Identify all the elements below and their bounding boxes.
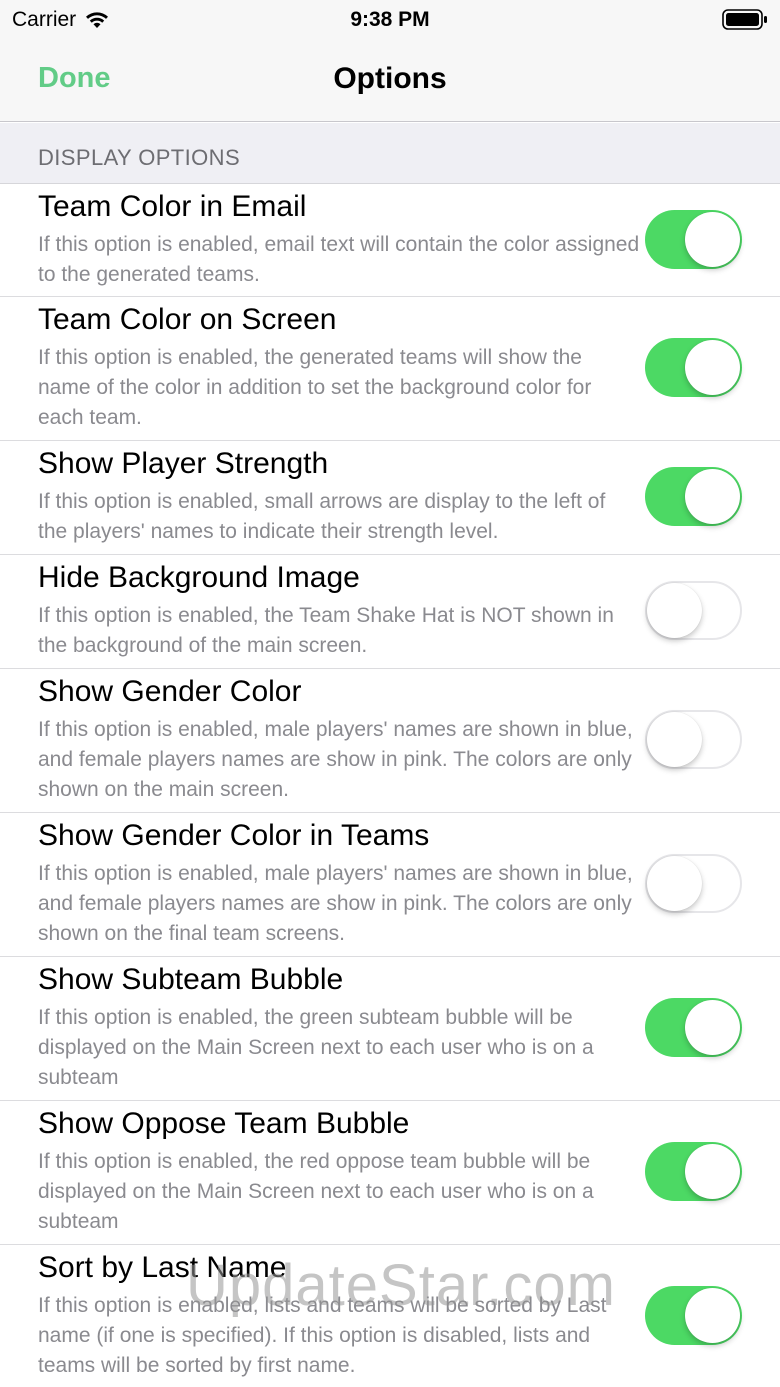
option-title: Show Gender Color in Teams [38,819,430,852]
battery-icon [722,9,767,30]
top-bar: Carrier 9:38 PM Done Options [0,0,780,122]
option-title: Hide Background Image [38,561,360,594]
toggle-knob [685,469,740,524]
toggle-knob [685,212,740,267]
option-title: Show Player Strength [38,447,329,480]
option-title: Sort by Last Name [38,1251,287,1284]
option-row-team-color-screen: Team Color on Screen If this option is e… [0,297,780,441]
option-title: Team Color in Email [38,190,307,223]
option-row-sort-last-name: Sort by Last Name If this option is enab… [0,1245,780,1387]
toggle-knob [647,583,702,638]
option-title: Show Subteam Bubble [38,963,344,996]
navigation-bar: Done Options [0,40,780,122]
toggle-knob [685,1288,740,1343]
option-description: If this option is enabled, male players'… [38,862,633,945]
gender-color-toggle[interactable] [645,710,742,769]
option-row-subteam-bubble: Show Subteam Bubble If this option is en… [0,957,780,1101]
option-description: If this option is enabled, the generated… [38,346,592,429]
option-description: If this option is enabled, the red oppos… [38,1150,594,1233]
option-row-team-color-email: Team Color in Email If this option is en… [0,184,780,297]
option-description: If this option is enabled, male players'… [38,718,633,801]
player-strength-toggle[interactable] [645,467,742,526]
toggle-knob [647,856,702,911]
sort-last-name-toggle[interactable] [645,1286,742,1345]
team-color-screen-toggle[interactable] [645,338,742,397]
section-header: DISPLAY OPTIONS [0,123,780,184]
toggle-knob [685,1144,740,1199]
option-description: If this option is enabled, lists and tea… [38,1294,607,1377]
subteam-bubble-toggle[interactable] [645,998,742,1057]
hide-background-toggle[interactable] [645,581,742,640]
toggle-knob [685,1000,740,1055]
gender-color-teams-toggle[interactable] [645,854,742,913]
status-time: 9:38 PM [350,8,430,31]
option-description: If this option is enabled, the green sub… [38,1006,594,1089]
option-description: If this option is enabled, the Team Shak… [38,604,614,657]
toggle-knob [685,340,740,395]
option-row-player-strength: Show Player Strength If this option is e… [0,441,780,555]
team-color-email-toggle[interactable] [645,210,742,269]
toggle-knob [647,712,702,767]
option-row-gender-color: Show Gender Color If this option is enab… [0,669,780,813]
section-header-label: DISPLAY OPTIONS [38,145,241,170]
oppose-team-bubble-toggle[interactable] [645,1142,742,1201]
option-row-gender-color-teams: Show Gender Color in Teams If this optio… [0,813,780,957]
option-title: Team Color on Screen [38,303,337,336]
option-description: If this option is enabled, email text wi… [38,233,640,286]
option-title: Show Gender Color [38,675,302,708]
page-title: Options [333,62,447,95]
option-row-oppose-team-bubble: Show Oppose Team Bubble If this option i… [0,1101,780,1245]
option-title: Show Oppose Team Bubble [38,1107,410,1140]
options-screen: Carrier 9:38 PM Done Options DISPLAY OPT… [0,0,780,1387]
option-description: If this option is enabled, small arrows … [38,490,606,543]
options-list: Team Color in Email If this option is en… [0,184,780,1387]
option-row-hide-background: Hide Background Image If this option is … [0,555,780,669]
status-bar: Carrier 9:38 PM [0,0,780,40]
